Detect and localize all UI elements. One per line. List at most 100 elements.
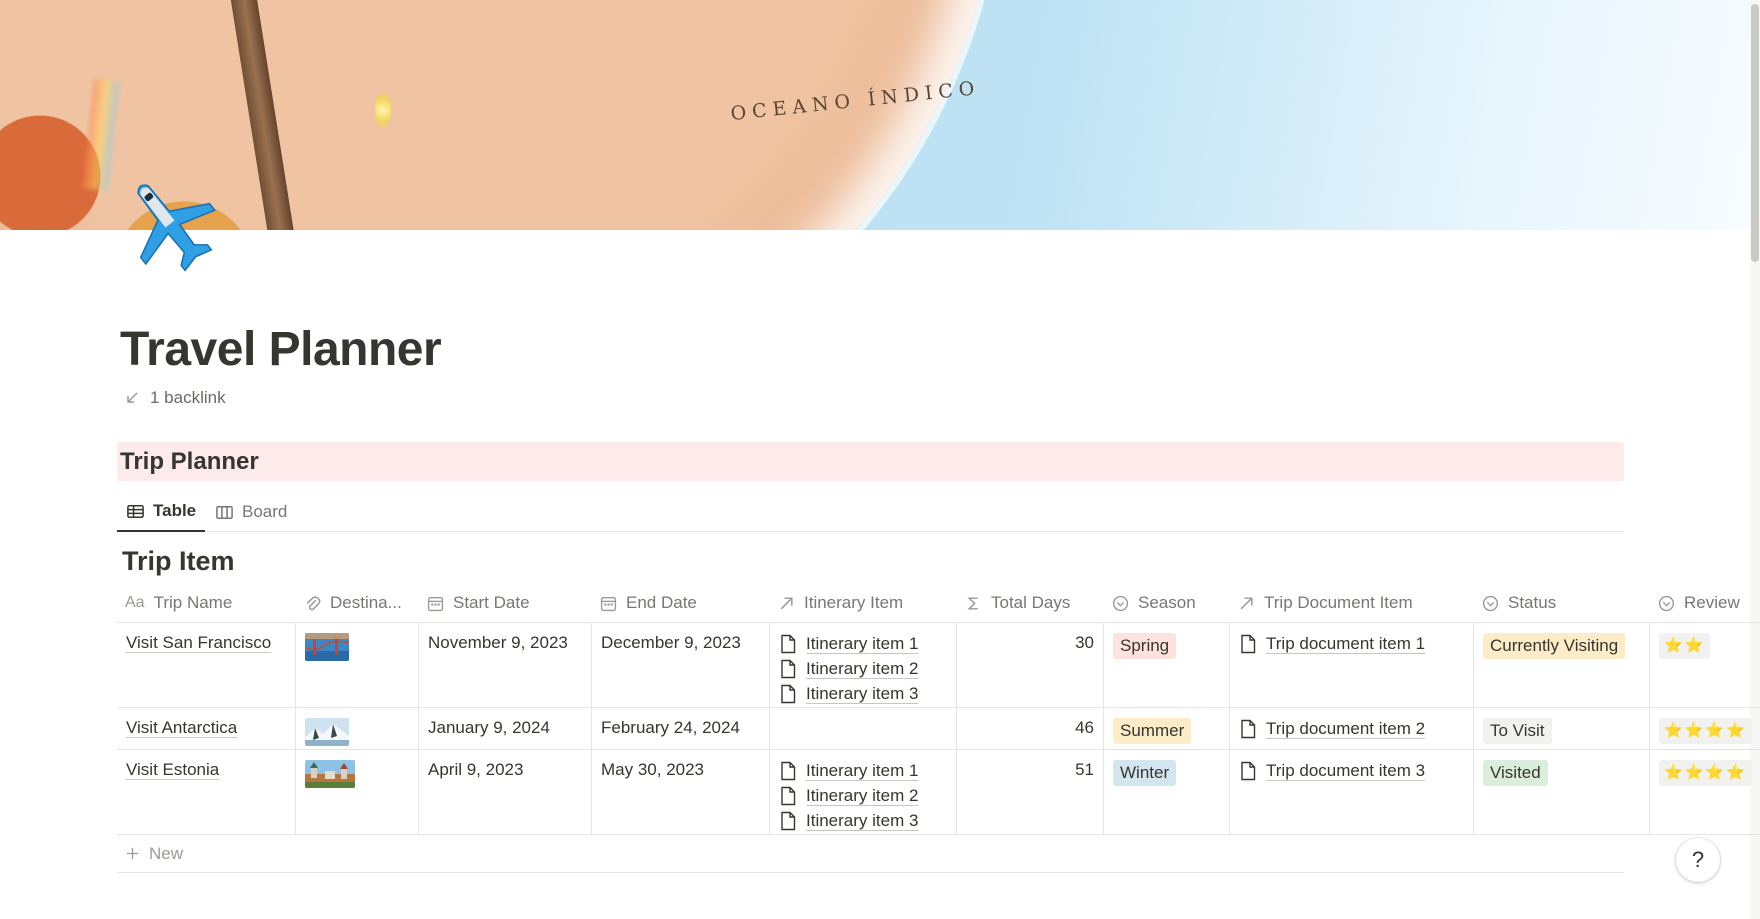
airplane-icon[interactable] <box>118 172 222 276</box>
callout-heading: Trip Planner <box>120 448 259 475</box>
column-header-review[interactable]: Review <box>1650 583 1760 623</box>
page-document-icon <box>781 684 796 703</box>
cell-itinerary-item[interactable]: Itinerary item 1 Itinerary item 2 Itiner… <box>770 623 957 707</box>
destination-thumbnail-estonia[interactable] <box>305 760 355 788</box>
plus-icon <box>126 847 139 860</box>
backlink-link[interactable]: 1 backlink <box>124 388 226 408</box>
paperclip-icon <box>306 595 321 610</box>
cell-season[interactable]: Summer <box>1104 708 1230 749</box>
trip-document-relation-item[interactable]: Trip document item 3 <box>1239 758 1464 783</box>
cell-trip-name[interactable]: Visit Estonia <box>117 750 296 834</box>
cell-status[interactable]: To Visit <box>1474 708 1650 749</box>
select-chevron-icon <box>1658 595 1675 611</box>
page-cover-image[interactable]: OCEANO ÍNDICO <box>0 0 1760 230</box>
select-chevron-icon <box>1482 595 1499 611</box>
itinerary-relation-item[interactable]: Itinerary item 1 <box>779 631 947 656</box>
formula-sigma-icon <box>967 596 978 610</box>
page-document-icon <box>781 811 796 830</box>
calendar-icon <box>427 596 444 611</box>
itinerary-relation-item[interactable]: Itinerary item 3 <box>779 808 947 833</box>
cell-status[interactable]: Visited <box>1474 750 1650 834</box>
itinerary-relation-item[interactable]: Itinerary item 1 <box>779 758 947 783</box>
column-header-destination[interactable]: Destina... <box>296 583 419 623</box>
destination-thumbnail-golden-gate[interactable] <box>305 633 349 661</box>
cell-status[interactable]: Currently Visiting <box>1474 623 1650 707</box>
column-header-trip-document-item[interactable]: Trip Document Item <box>1230 583 1474 623</box>
cell-destination[interactable] <box>296 623 419 707</box>
page-document-icon <box>1241 634 1256 653</box>
cell-start-date[interactable]: January 9, 2024 <box>419 708 592 749</box>
cell-destination[interactable] <box>296 708 419 749</box>
relation-arrow-icon <box>780 596 793 609</box>
table-header-row: Aa Trip Name Destina... Start Date End D… <box>117 583 1760 623</box>
cell-review[interactable]: ⭐⭐⭐⭐ <box>1650 750 1760 834</box>
cell-end-date[interactable]: December 9, 2023 <box>592 623 770 707</box>
column-header-trip-name[interactable]: Aa Trip Name <box>117 583 296 623</box>
season-tag: Winter <box>1113 760 1177 786</box>
cell-total-days[interactable]: 30 <box>957 623 1104 707</box>
tab-board[interactable]: Board <box>215 492 287 532</box>
status-tag: Currently Visiting <box>1483 633 1626 659</box>
column-header-end-date[interactable]: End Date <box>592 583 770 623</box>
trip-document-relation-item[interactable]: Trip document item 1 <box>1239 631 1464 656</box>
cell-review[interactable]: ⭐⭐ <box>1650 623 1760 707</box>
table-row[interactable]: Visit San Francisco November 9, 2023 Dec… <box>117 623 1760 708</box>
trip-name-link[interactable]: Visit Estonia <box>126 760 219 779</box>
table-row[interactable]: Visit Estonia April 9, 2023 May 30, 2023… <box>117 750 1760 835</box>
status-tag: To Visit <box>1483 718 1552 744</box>
review-stars: ⭐⭐⭐⭐ <box>1659 760 1752 786</box>
review-stars: ⭐⭐⭐⭐ <box>1659 718 1752 744</box>
cell-trip-name[interactable]: Visit Antarctica <box>117 708 296 749</box>
cell-end-date[interactable]: February 24, 2024 <box>592 708 770 749</box>
itinerary-relation-item[interactable]: Itinerary item 2 <box>779 783 947 808</box>
season-tag: Summer <box>1113 718 1192 744</box>
column-header-start-date[interactable]: Start Date <box>419 583 592 623</box>
column-header-season[interactable]: Season <box>1104 583 1230 623</box>
page-document-icon <box>781 634 796 653</box>
status-tag: Visited <box>1483 760 1548 786</box>
trip-document-relation-item[interactable]: Trip document item 2 <box>1239 716 1464 741</box>
page-title[interactable]: Travel Planner <box>120 322 442 377</box>
tab-table-label: Table <box>153 501 197 520</box>
destination-thumbnail-antarctica[interactable] <box>305 718 349 746</box>
cell-review[interactable]: ⭐⭐⭐⭐ <box>1650 708 1760 749</box>
itinerary-relation-item[interactable]: Itinerary item 3 <box>779 681 947 706</box>
tab-board-label: Board <box>242 502 288 521</box>
cell-end-date[interactable]: May 30, 2023 <box>592 750 770 834</box>
itinerary-relation-item[interactable]: Itinerary item 2 <box>779 656 947 681</box>
cell-total-days[interactable]: 51 <box>957 750 1104 834</box>
help-button[interactable]: ? <box>1676 838 1720 882</box>
cell-destination[interactable] <box>296 750 419 834</box>
add-new-row-button[interactable]: New <box>117 835 1624 873</box>
column-header-status[interactable]: Status <box>1474 583 1650 623</box>
review-stars: ⭐⭐ <box>1659 633 1711 659</box>
cell-season[interactable]: Spring <box>1104 623 1230 707</box>
board-icon <box>216 505 233 519</box>
cell-trip-document-item[interactable]: Trip document item 3 <box>1230 750 1474 834</box>
season-tag: Spring <box>1113 633 1177 659</box>
cell-start-date[interactable]: April 9, 2023 <box>419 750 592 834</box>
column-header-total-days[interactable]: Total Days <box>957 583 1104 623</box>
trip-name-link[interactable]: Visit Antarctica <box>126 718 237 737</box>
new-row-label: New <box>149 843 184 863</box>
scrollbar-thumb[interactable] <box>1751 4 1759 262</box>
cell-trip-document-item[interactable]: Trip document item 1 <box>1230 623 1474 707</box>
database-view-tabs: Table Board <box>117 492 1624 532</box>
cell-season[interactable]: Winter <box>1104 750 1230 834</box>
callout-block[interactable]: Trip Planner <box>117 442 1624 481</box>
tab-table[interactable]: Table <box>117 492 206 532</box>
database-title[interactable]: Trip Item <box>122 546 235 577</box>
cell-total-days[interactable]: 46 <box>957 708 1104 749</box>
cell-trip-name[interactable]: Visit San Francisco <box>117 623 296 707</box>
text-property-icon: Aa <box>125 594 145 611</box>
table-row[interactable]: Visit Antarctica January 9, 2024 Februar… <box>117 708 1760 750</box>
cell-itinerary-item[interactable] <box>770 708 957 749</box>
cell-itinerary-item[interactable]: Itinerary item 1 Itinerary item 2 Itiner… <box>770 750 957 834</box>
trip-name-link[interactable]: Visit San Francisco <box>126 633 271 652</box>
cell-start-date[interactable]: November 9, 2023 <box>419 623 592 707</box>
help-label: ? <box>1691 847 1705 872</box>
cell-trip-document-item[interactable]: Trip document item 2 <box>1230 708 1474 749</box>
column-header-itinerary-item[interactable]: Itinerary Item <box>770 583 957 623</box>
backlink-label: 1 backlink <box>150 388 226 407</box>
select-chevron-icon <box>1112 595 1129 611</box>
